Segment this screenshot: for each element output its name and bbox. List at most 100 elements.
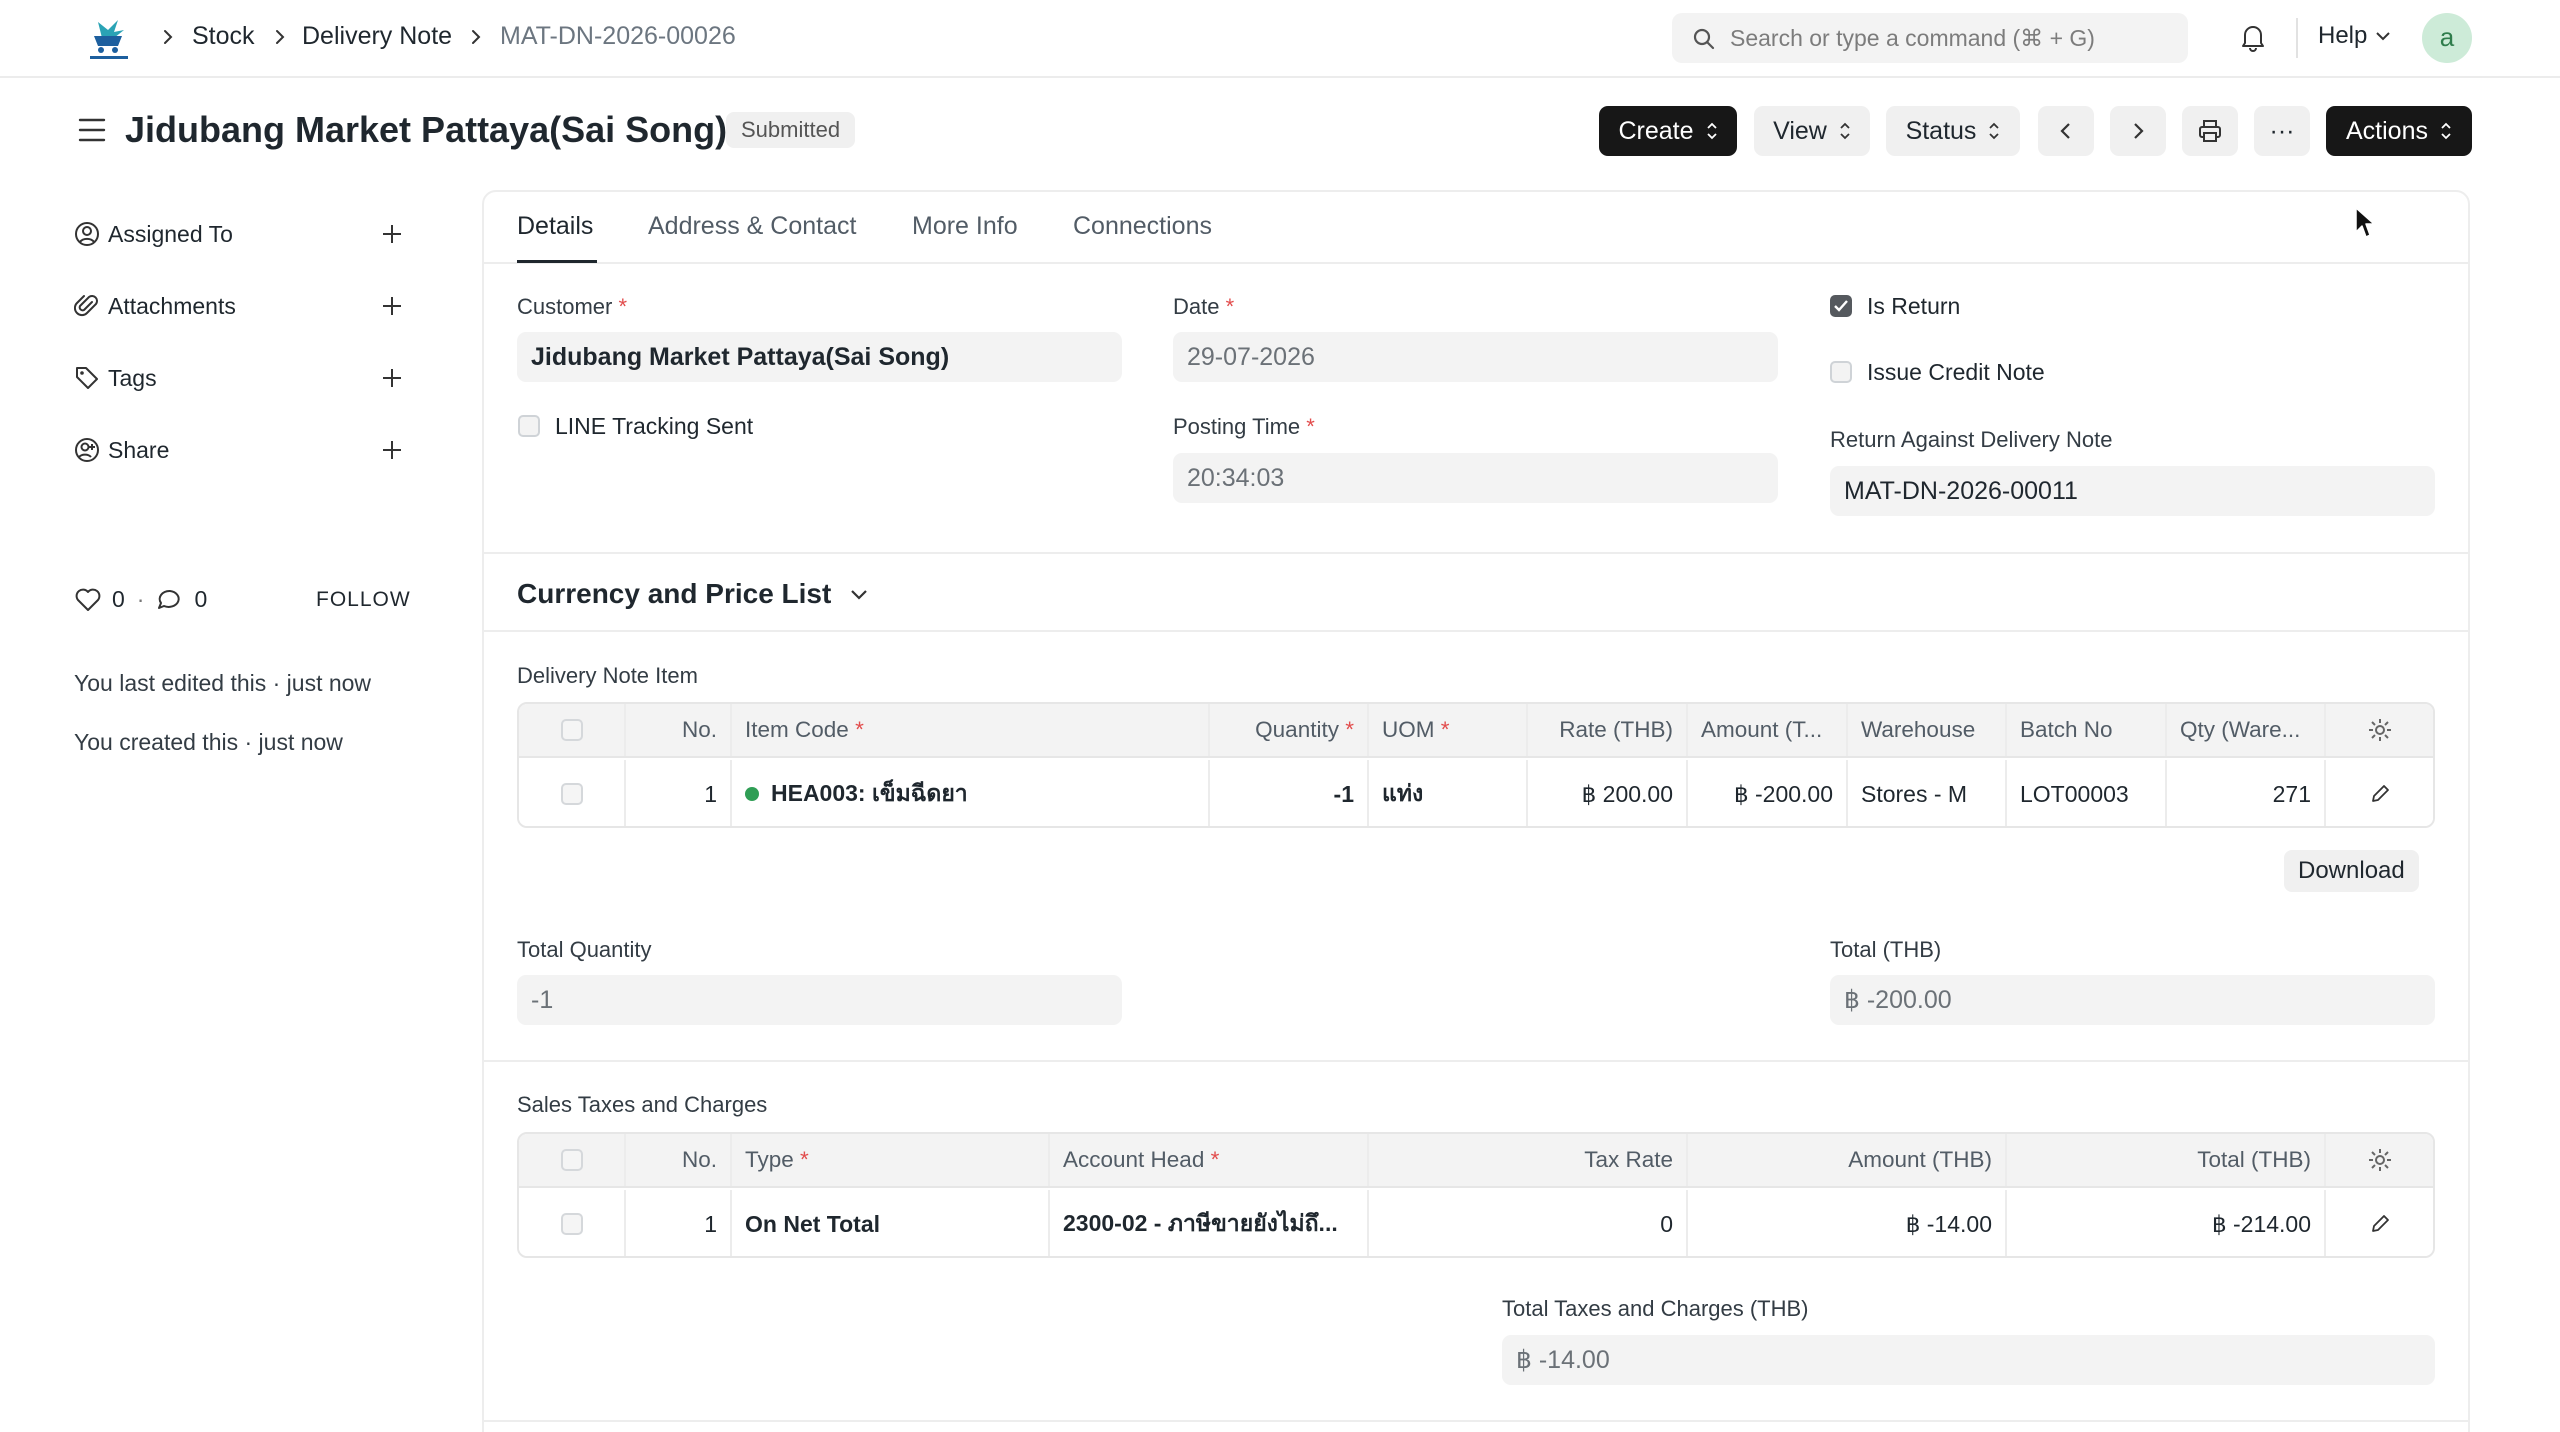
qty-warehouse-cell[interactable]: 271: [2167, 760, 2326, 826]
tax-type-cell[interactable]: On Net Total: [732, 1190, 1050, 1256]
currency-section-toggle[interactable]: Currency and Price List: [517, 576, 869, 612]
items-table-header: No. Item Code * Quantity * UOM * Rate (T…: [519, 704, 2433, 758]
section-divider: [484, 630, 2468, 632]
row-number: 1: [626, 760, 732, 826]
download-button[interactable]: Download: [2284, 850, 2419, 892]
create-button[interactable]: Create: [1599, 106, 1737, 156]
rate-cell[interactable]: ฿ 200.00: [1528, 760, 1688, 826]
column-header: No.: [626, 1134, 732, 1186]
paperclip-icon: [74, 295, 98, 317]
plus-icon[interactable]: [380, 366, 404, 390]
create-button-label: Create: [1618, 117, 1694, 145]
customer-field[interactable]: Jidubang Market Pattaya(Sai Song): [517, 332, 1122, 382]
column-settings-cell: [2326, 704, 2433, 756]
sidebar-toggle-icon[interactable]: [76, 116, 108, 144]
activity-created: You created this · just now: [74, 729, 343, 755]
select-all-checkbox[interactable]: [560, 1149, 583, 1171]
warehouse-cell[interactable]: Stores - M: [1848, 760, 2007, 826]
breadcrumb-stock[interactable]: Stock: [192, 20, 255, 52]
gear-icon[interactable]: [2367, 1147, 2393, 1173]
breadcrumb-current-doc[interactable]: MAT-DN-2026-00026: [500, 20, 736, 52]
help-dropdown[interactable]: Help: [2318, 20, 2391, 52]
return-against-label: Return Against Delivery Note: [1830, 427, 2113, 452]
edit-icon[interactable]: [2369, 1213, 2391, 1235]
active-tab-indicator: [517, 260, 597, 263]
plus-icon[interactable]: [380, 294, 404, 318]
tab-more-info[interactable]: More Info: [912, 210, 1018, 242]
tax-total-cell[interactable]: ฿ -214.00: [2007, 1190, 2326, 1256]
previous-doc-button[interactable]: [2038, 106, 2094, 156]
is-return-checkbox[interactable]: [1830, 295, 1852, 317]
quantity-cell[interactable]: -1: [1210, 760, 1369, 826]
actions-button[interactable]: Actions: [2326, 106, 2472, 156]
plus-icon[interactable]: [380, 438, 404, 462]
chevron-right-icon: [160, 26, 176, 48]
row-checkbox[interactable]: [560, 783, 583, 805]
heart-icon[interactable]: [74, 587, 102, 613]
engagement-bar: 0 · 0: [74, 586, 207, 613]
chevron-right-icon: [2134, 123, 2144, 139]
uom-cell[interactable]: แท่ง: [1369, 760, 1528, 826]
mouse-cursor-icon: [2354, 206, 2376, 240]
column-header: Account Head *: [1050, 1134, 1369, 1186]
tax-rate-cell[interactable]: 0: [1369, 1190, 1688, 1256]
sidebar-item-share[interactable]: Share: [74, 430, 404, 470]
table-row[interactable]: 1 HEA003: เข็มฉีดยา -1 แท่ง ฿ 200.00 ฿ -…: [519, 760, 2433, 826]
tabs-divider: [484, 262, 2468, 264]
search-input[interactable]: [1730, 13, 2170, 63]
total-taxes-field[interactable]: ฿ -14.00: [1502, 1335, 2435, 1385]
print-button[interactable]: [2182, 106, 2238, 156]
app-logo[interactable]: [84, 14, 134, 64]
user-avatar[interactable]: a: [2422, 13, 2472, 63]
return-against-field[interactable]: MAT-DN-2026-00011: [1830, 466, 2435, 516]
date-label-text: Date: [1173, 294, 1220, 319]
column-header-text: UOM: [1382, 717, 1435, 742]
sidebar-item-label: Share: [108, 436, 170, 463]
item-code-cell[interactable]: HEA003: เข็มฉีดยา: [732, 760, 1210, 826]
total-thb-field[interactable]: ฿ -200.00: [1830, 975, 2435, 1025]
next-doc-button[interactable]: [2110, 106, 2166, 156]
notification-bell-icon[interactable]: [2236, 20, 2270, 54]
issue-credit-note-checkbox[interactable]: [1830, 361, 1852, 383]
tab-details[interactable]: Details: [517, 210, 593, 242]
view-button[interactable]: View: [1754, 106, 1870, 156]
search-bar[interactable]: [1672, 13, 2188, 63]
dot-separator: ·: [136, 586, 145, 612]
gear-icon[interactable]: [2367, 717, 2393, 743]
follow-button[interactable]: FOLLOW: [316, 588, 411, 612]
line-tracking-checkbox[interactable]: [518, 415, 540, 437]
status-button-label: Status: [1905, 117, 1977, 145]
breadcrumb-delivery-note[interactable]: Delivery Note: [302, 20, 452, 52]
column-header: UOM *: [1369, 704, 1528, 756]
batch-no-cell[interactable]: LOT00003: [2007, 760, 2167, 826]
status-button[interactable]: Status: [1886, 106, 2020, 156]
likes-count: 0: [112, 586, 125, 612]
sidebar-item-attachments[interactable]: Attachments: [74, 286, 404, 326]
actions-button-label: Actions: [2346, 117, 2428, 145]
amount-cell[interactable]: ฿ -200.00: [1688, 760, 1848, 826]
column-header: Total (THB): [2007, 1134, 2326, 1186]
edit-icon[interactable]: [2369, 783, 2391, 805]
section-divider: [484, 1060, 2468, 1062]
date-field[interactable]: 29-07-2026: [1173, 332, 1778, 382]
sidebar-item-assigned-to[interactable]: Assigned To: [74, 214, 404, 254]
taxes-table: No. Type * Account Head * Tax Rate Amoun…: [517, 1132, 2435, 1258]
comment-icon[interactable]: [156, 587, 184, 613]
more-options-button[interactable]: ···: [2254, 106, 2310, 156]
sidebar-item-tags[interactable]: Tags: [74, 358, 404, 398]
table-row[interactable]: 1 On Net Total 2300-02 - ภาษีขายยังไม่ถึ…: [519, 1190, 2433, 1256]
currency-section-title: Currency and Price List: [517, 578, 832, 609]
total-quantity-field[interactable]: -1: [517, 975, 1122, 1025]
select-all-checkbox[interactable]: [560, 719, 583, 741]
posting-time-field[interactable]: 20:34:03: [1173, 453, 1778, 503]
plus-icon[interactable]: [380, 222, 404, 246]
tab-address-contact[interactable]: Address & Contact: [648, 210, 856, 242]
tab-connections[interactable]: Connections: [1073, 210, 1212, 242]
chevron-down-icon: [851, 590, 868, 600]
column-header: Type *: [732, 1134, 1050, 1186]
status-indicator-dot: [745, 787, 759, 801]
account-head-cell[interactable]: 2300-02 - ภาษีขายยังไม่ถึ...: [1050, 1190, 1369, 1256]
row-checkbox[interactable]: [560, 1213, 583, 1235]
column-header-text: Item Code: [745, 717, 849, 742]
tax-amount-cell[interactable]: ฿ -14.00: [1688, 1190, 2007, 1256]
